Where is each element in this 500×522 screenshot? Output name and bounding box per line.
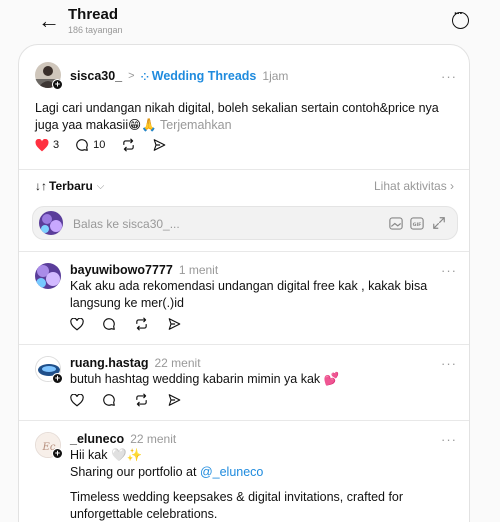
reply-time: 22 menit xyxy=(154,356,201,370)
reply-actions xyxy=(70,317,198,331)
reply-username[interactable]: bayuwibowo7777 xyxy=(70,263,173,277)
comment-icon xyxy=(76,139,88,151)
sort-icon: ↓↑ xyxy=(35,179,47,193)
repost-button[interactable] xyxy=(121,138,136,152)
comment-button[interactable] xyxy=(102,317,116,331)
post-username[interactable]: sisca30_ xyxy=(70,69,122,83)
repost-button[interactable] xyxy=(134,317,149,331)
reply-placeholder: Balas ke sisca30_... xyxy=(73,217,180,231)
like-button[interactable]: 3 xyxy=(35,138,60,152)
comment-icon xyxy=(103,394,115,406)
comment-count: 10 xyxy=(93,139,106,151)
comment-button[interactable]: 10 xyxy=(75,138,105,152)
follow-plus-icon[interactable]: + xyxy=(52,448,63,459)
like-count: 3 xyxy=(53,139,60,151)
reply-username[interactable]: _eluneco xyxy=(70,432,124,446)
thread-card: + sisca30_ > ⁘ Wedding Threads 1jam ··· … xyxy=(18,44,470,522)
reply-header: ruang.hastag 22 menit xyxy=(70,356,201,370)
reply-avatar[interactable] xyxy=(35,263,61,289)
sort-label: Terbaru xyxy=(49,179,93,193)
share-button[interactable] xyxy=(167,317,182,331)
reply-time: 22 menit xyxy=(130,432,177,446)
reply-header: bayuwibowo7777 1 menit xyxy=(70,263,218,277)
post-time: 1jam xyxy=(262,69,289,83)
reply-text: butuh hashtag wedding kabarin mimin ya k… xyxy=(70,372,340,386)
more-options-icon[interactable] xyxy=(452,8,469,29)
view-activity-label: Lihat aktivitas xyxy=(374,179,447,193)
divider xyxy=(19,169,469,170)
title-block: Thread 186 tayangan xyxy=(68,6,123,36)
repost-icon xyxy=(136,393,147,407)
divider xyxy=(19,420,469,421)
page-title: Thread xyxy=(68,6,119,23)
view-count: 186 tayangan xyxy=(68,25,123,35)
reply-text: Kak aku ada rekomendasi undangan digital… xyxy=(70,279,428,310)
translate-link[interactable]: Terjemahkan xyxy=(160,118,232,132)
comment-icon xyxy=(103,318,115,330)
reply-actions xyxy=(70,393,198,407)
portfolio-prefix: Sharing our portfolio at xyxy=(70,465,197,479)
back-arrow-icon[interactable]: ← xyxy=(38,10,60,32)
reply-more-icon[interactable]: ··· xyxy=(441,263,457,278)
send-icon xyxy=(154,139,166,151)
reply-line-portfolio: Sharing our portfolio at @_eluneco xyxy=(70,464,450,481)
svg-text:GIF: GIF xyxy=(413,222,422,228)
divider xyxy=(19,251,469,252)
reply-header: _eluneco 22 menit xyxy=(70,432,176,446)
sort-dropdown[interactable]: ↓↑ Terbaru ⌵ xyxy=(35,179,104,193)
community-name: Wedding Threads xyxy=(151,69,257,83)
reply-line-description: Timeless wedding keepsakes & digital inv… xyxy=(70,490,404,521)
mention-link[interactable]: @_eluneco xyxy=(200,465,263,479)
follow-plus-icon[interactable]: + xyxy=(52,373,63,384)
divider xyxy=(19,344,469,345)
heart-icon xyxy=(70,317,84,330)
post-text-block: Lagi cari undangan nikah digital, boleh … xyxy=(35,100,455,134)
comment-button[interactable] xyxy=(102,393,116,407)
like-button[interactable] xyxy=(70,317,84,331)
reply-username[interactable]: ruang.hastag xyxy=(70,356,149,370)
top-bar: ← Thread 186 tayangan xyxy=(0,0,500,44)
post-more-icon[interactable]: ··· xyxy=(441,69,457,84)
reply-time: 1 menit xyxy=(178,263,219,277)
repost-icon xyxy=(136,317,147,331)
image-icon[interactable] xyxy=(389,217,403,230)
community-tag[interactable]: ⁘ Wedding Threads xyxy=(141,69,257,83)
send-icon xyxy=(168,394,181,406)
community-icon: ⁘ xyxy=(140,72,152,83)
expand-icon[interactable] xyxy=(432,216,446,230)
view-activity-link[interactable]: Lihat aktivitas › xyxy=(374,179,454,193)
repost-icon xyxy=(123,138,135,152)
heart-filled-icon xyxy=(35,138,49,151)
reply-more-icon[interactable]: ··· xyxy=(441,356,457,371)
reply-line-greeting: Hii kak 🤍✨ xyxy=(70,448,143,462)
post-header: sisca30_ > ⁘ Wedding Threads 1jam xyxy=(70,69,288,83)
post-actions: 3 10 xyxy=(35,138,183,152)
own-avatar xyxy=(39,211,63,235)
reply-more-icon[interactable]: ··· xyxy=(441,432,457,447)
reply-input[interactable]: Balas ke sisca30_... GIF xyxy=(32,206,458,240)
send-icon xyxy=(168,318,181,330)
repost-button[interactable] xyxy=(134,393,149,407)
follow-plus-icon[interactable]: + xyxy=(52,79,63,90)
like-button[interactable] xyxy=(70,393,84,407)
reply-text-block: Hii kak 🤍✨ Sharing our portfolio at @_el… xyxy=(70,447,450,522)
separator-chevron: > xyxy=(128,70,135,82)
chevron-down-icon: ⌵ xyxy=(96,180,105,192)
gif-icon[interactable]: GIF xyxy=(410,217,424,230)
heart-icon xyxy=(70,393,84,406)
chevron-right-icon: › xyxy=(450,179,455,193)
share-button[interactable] xyxy=(167,393,182,407)
post-text: Lagi cari undangan nikah digital, boleh … xyxy=(35,101,439,132)
share-button[interactable] xyxy=(152,138,167,152)
